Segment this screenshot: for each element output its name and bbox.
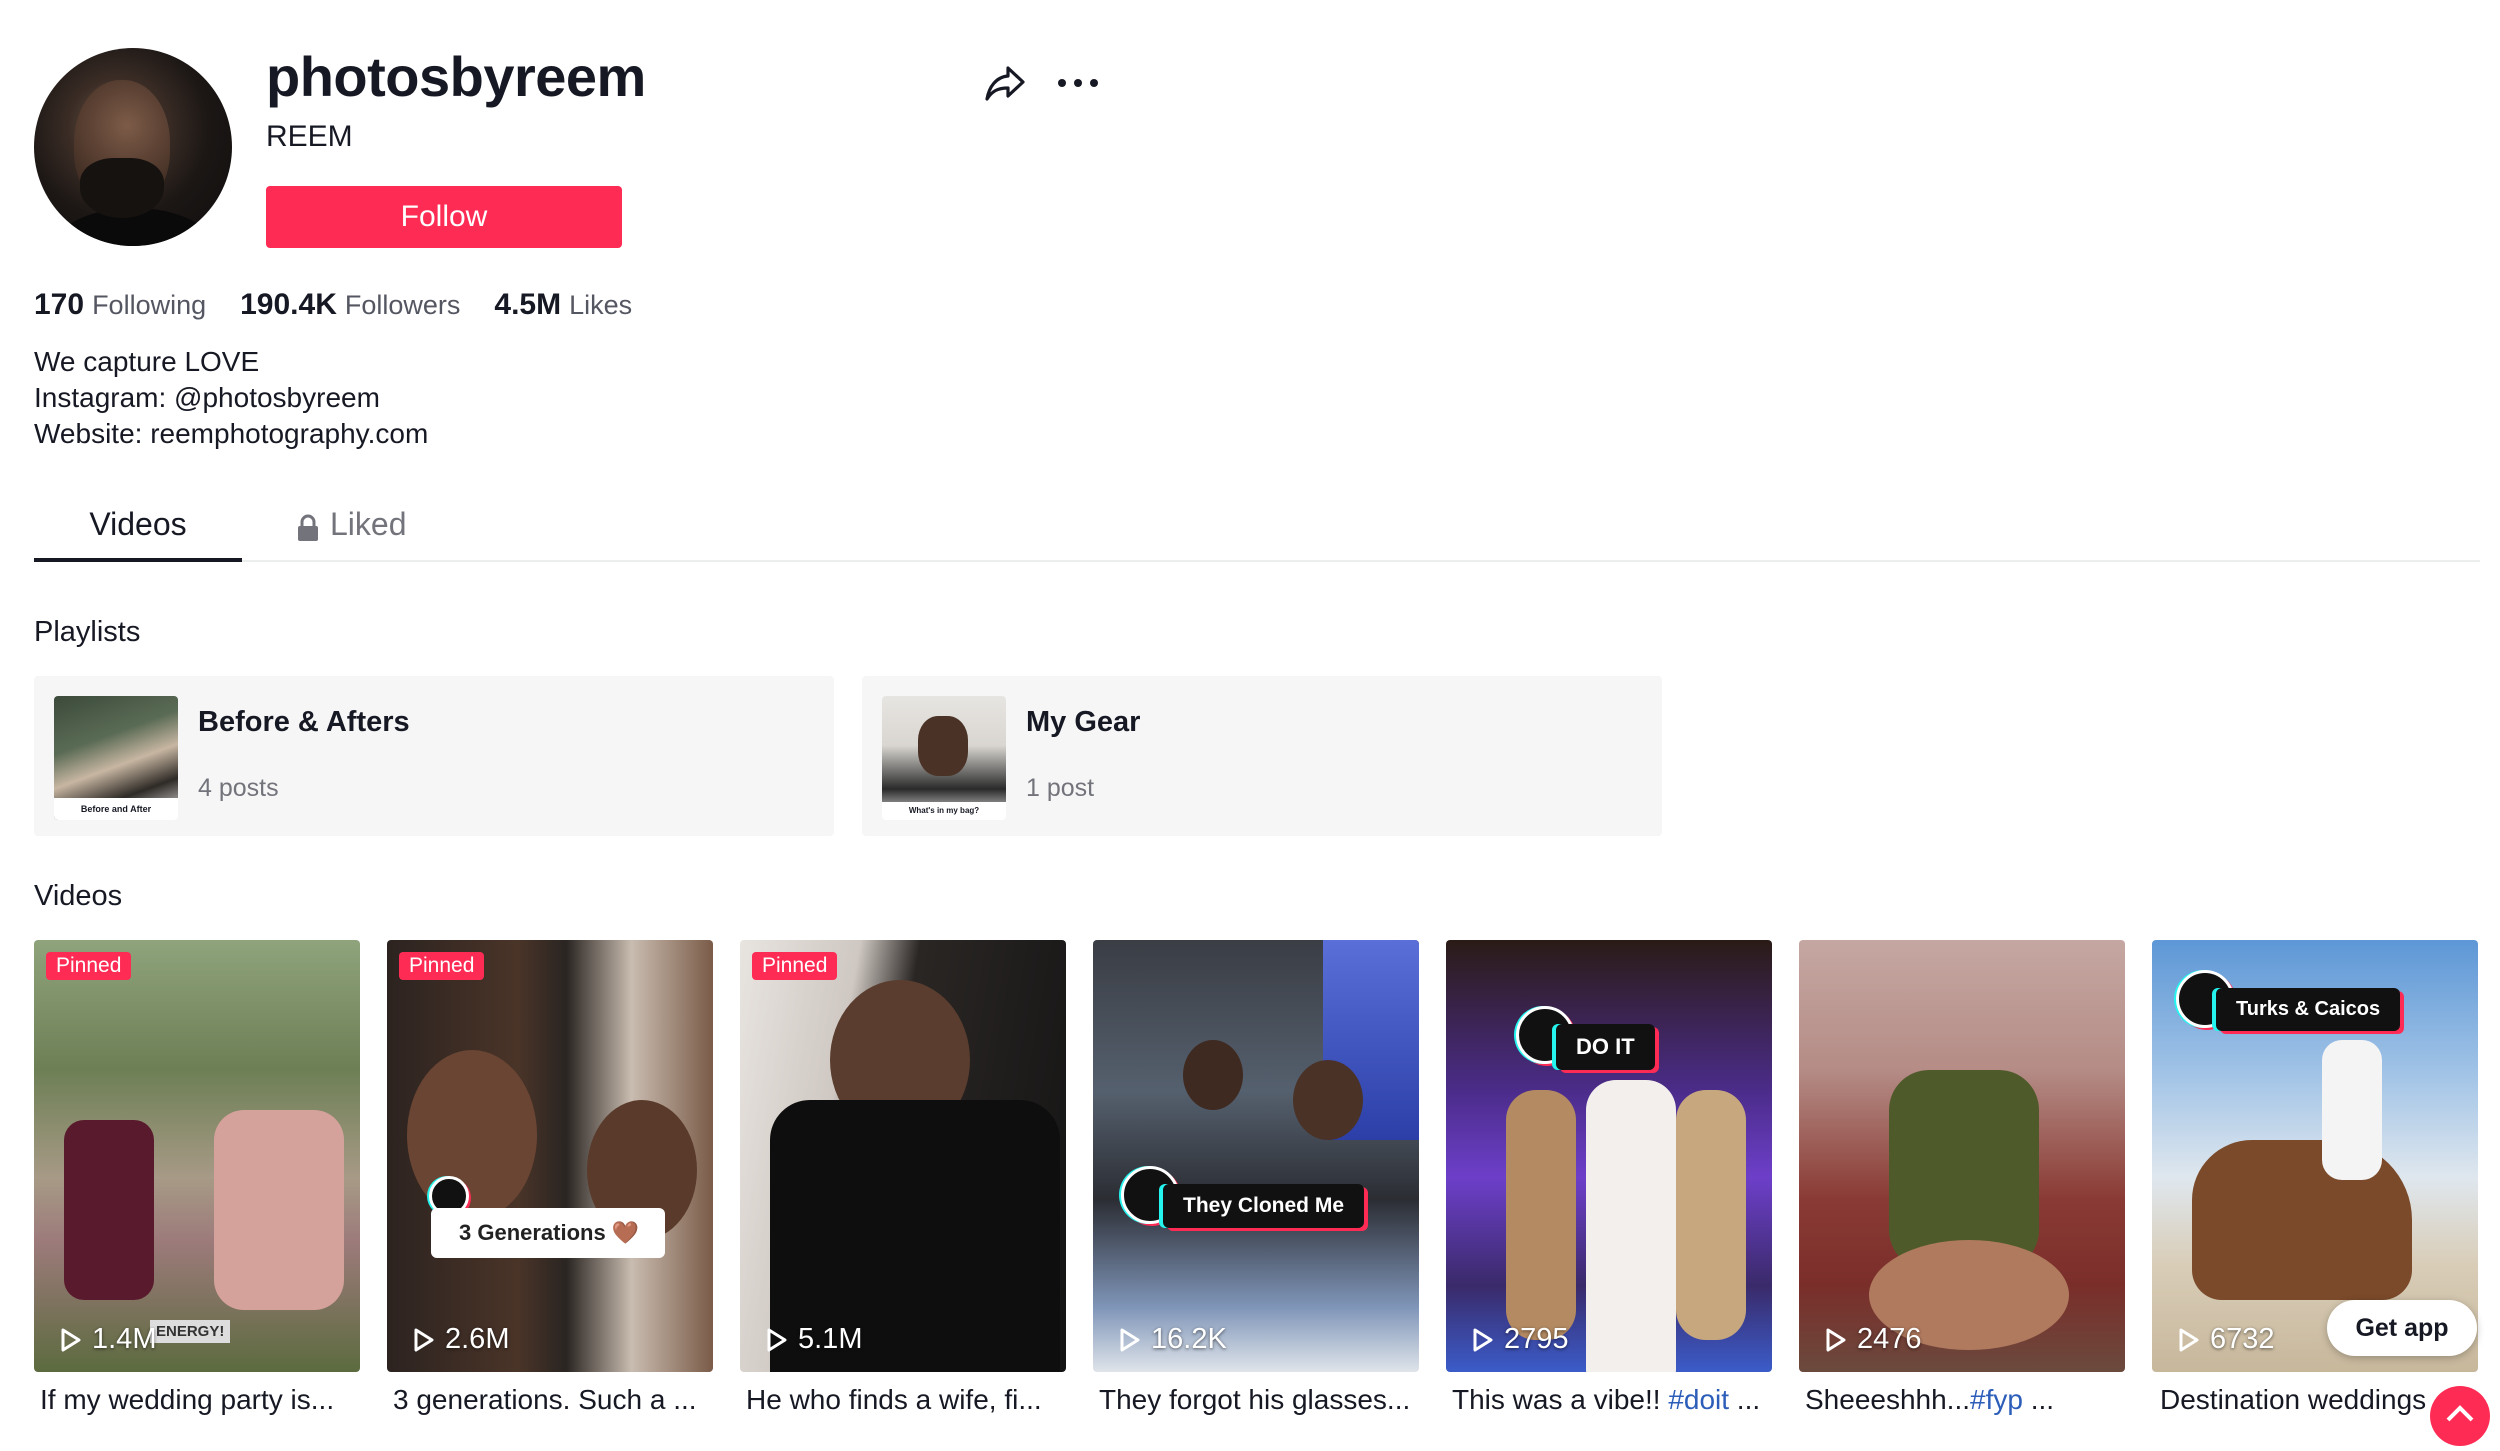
playlist-thumbnail: Before and After: [54, 696, 178, 820]
video-overlay-text: Turks & Caicos: [2216, 988, 2401, 1031]
view-count: 2476: [1825, 1323, 1922, 1356]
bio-line: Instagram: @photosbyreem: [34, 382, 380, 413]
video-caption[interactable]: 3 generations. Such a ...: [393, 1384, 719, 1416]
video-caption[interactable]: This was a vibe!! #doit ...: [1452, 1384, 1778, 1416]
play-icon: [2179, 1328, 2199, 1351]
stat-followers[interactable]: 190.4K Followers: [240, 288, 460, 322]
play-icon: [1120, 1328, 1140, 1351]
share-icon[interactable]: [984, 62, 1026, 104]
playlist-before-afters[interactable]: Before and After Before & Afters 4 posts: [34, 676, 834, 836]
video-caption[interactable]: If my wedding party is...: [40, 1384, 366, 1416]
hashtag-link[interactable]: #doit: [1668, 1384, 1729, 1415]
avatar[interactable]: [34, 48, 232, 246]
play-icon: [1473, 1328, 1493, 1351]
video-caption[interactable]: He who finds a wife, fi...: [746, 1384, 1072, 1416]
play-icon: [767, 1328, 787, 1351]
play-icon: [61, 1328, 81, 1351]
video-overlay-text: They Cloned Me: [1163, 1184, 1365, 1228]
pinned-badge: Pinned: [46, 952, 132, 980]
tab-videos[interactable]: Videos: [34, 500, 242, 562]
lock-icon: [298, 514, 318, 541]
view-count: 2.6M: [413, 1323, 509, 1356]
video-card[interactable]: Pinned ENERGY! 1.4M: [34, 940, 360, 1372]
playlist-name: Before & Afters: [198, 706, 410, 738]
bio-line: Website: reemphotography.com: [34, 418, 429, 449]
get-app-button[interactable]: Get app: [2327, 1300, 2477, 1356]
video-card[interactable]: DO IT 2795: [1446, 940, 1772, 1372]
pinned-badge: Pinned: [752, 952, 838, 980]
tab-liked[interactable]: Liked: [296, 500, 407, 558]
view-count: 5.1M: [766, 1323, 862, 1356]
playlist-count: 4 posts: [198, 774, 279, 802]
video-card[interactable]: They Cloned Me 16.2K: [1093, 940, 1419, 1372]
view-count: 2795: [1472, 1323, 1569, 1356]
video-caption[interactable]: They forgot his glasses...: [1099, 1384, 1425, 1416]
playlists-title: Playlists: [34, 616, 141, 648]
video-caption[interactable]: Sheeeshhh...#fyp ...: [1805, 1384, 2131, 1416]
play-icon: [1826, 1328, 1846, 1351]
more-icon[interactable]: [1056, 68, 1100, 98]
view-count: 16.2K: [1119, 1323, 1227, 1356]
playlist-count: 1 post: [1026, 774, 1095, 802]
video-overlay-text: ENERGY!: [150, 1320, 231, 1343]
stat-following[interactable]: 170 Following: [34, 288, 206, 322]
video-card[interactable]: 2476: [1799, 940, 2125, 1372]
hashtag-link[interactable]: #fyp: [1970, 1384, 2023, 1415]
video-caption[interactable]: Destination weddings: [2160, 1384, 2470, 1416]
video-card[interactable]: Pinned 5.1M: [740, 940, 1066, 1372]
videos-title: Videos: [34, 880, 123, 912]
follow-button[interactable]: Follow: [266, 186, 622, 248]
username: photosbyreem: [266, 45, 646, 108]
view-count: 1.4M: [60, 1323, 156, 1356]
play-icon: [414, 1328, 434, 1351]
pinned-badge: Pinned: [399, 952, 485, 980]
playlist-my-gear[interactable]: What's in my bag? My Gear 1 post: [862, 676, 1662, 836]
nickname: REEM: [266, 120, 353, 153]
back-to-top-button[interactable]: [2430, 1386, 2490, 1446]
video-overlay-text: 3 Generations 🤎: [431, 1208, 666, 1258]
playlist-thumbnail: What's in my bag?: [882, 696, 1006, 820]
arrow-up-icon: [2446, 1405, 2474, 1422]
playlist-name: My Gear: [1026, 706, 1141, 738]
stat-likes: 4.5M Likes: [494, 288, 633, 321]
bio-line: We capture LOVE: [34, 346, 260, 377]
profile-stats: 170 Following 190.4K Followers 4.5M Likes: [34, 288, 632, 328]
profile-tabs: Videos Liked: [34, 500, 2480, 562]
video-overlay-text: DO IT: [1556, 1024, 1655, 1070]
video-card[interactable]: Pinned 3 Generations 🤎 2.6M: [387, 940, 713, 1372]
bio: We capture LOVE Instagram: @photosbyreem…: [34, 344, 428, 452]
view-count: 6732: [2178, 1323, 2275, 1356]
